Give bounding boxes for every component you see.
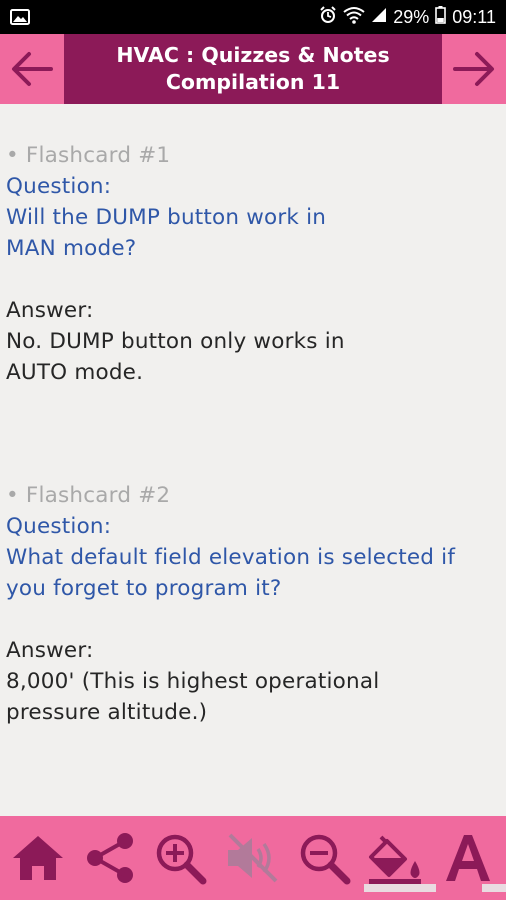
clock: 09:11: [452, 6, 496, 27]
flashcard-label: • Flashcard #1: [6, 143, 171, 168]
title-line-1: HVAC : Quizzes & Notes: [116, 43, 390, 67]
font-icon: [446, 835, 490, 881]
zoom-out-button[interactable]: [294, 830, 354, 886]
flashcard-content: • Flashcard #1 Question: Will the DUMP b…: [0, 104, 506, 816]
title-line-2: Compilation 11: [165, 70, 341, 94]
battery-percent: 29%: [393, 6, 430, 27]
answer-text-line: 8,000' (This is highest operational: [6, 669, 380, 694]
flashcard: • Flashcard #1 Question: Will the DUMP b…: [6, 140, 506, 388]
forward-button[interactable]: [442, 34, 506, 104]
signal-icon: [371, 7, 387, 28]
wifi-icon: [343, 6, 365, 29]
scroll-indicator: [364, 884, 436, 892]
gallery-icon: [10, 9, 30, 30]
zoom-in-icon: [156, 834, 207, 885]
question-label: Question:: [6, 514, 112, 539]
answer-text-line: pressure altitude.): [6, 700, 208, 725]
arrow-right-icon: [453, 52, 494, 86]
answer-label: Answer:: [6, 298, 94, 323]
status-bar: 29% 09:11: [0, 0, 506, 34]
home-button[interactable]: [8, 830, 68, 886]
share-icon: [87, 833, 133, 883]
back-button[interactable]: [0, 34, 64, 104]
app-header: HVAC : Quizzes & Notes Compilation 11: [0, 34, 506, 104]
alarm-icon: [319, 5, 337, 29]
flashcard: • Flashcard #2 Question: What default fi…: [6, 480, 506, 728]
bottom-toolbar: [0, 816, 506, 900]
answer-text-line: AUTO mode.: [6, 360, 144, 385]
question-text-line: MAN mode?: [6, 236, 137, 261]
answer-label: Answer:: [6, 638, 94, 663]
question-text-line: Will the DUMP button work in: [6, 205, 327, 230]
page-title: HVAC : Quizzes & Notes Compilation 11: [64, 34, 442, 104]
share-button[interactable]: [80, 830, 140, 886]
zoom-out-icon: [300, 834, 351, 885]
sound-off-icon: [228, 833, 278, 883]
scroll-indicator: [482, 884, 506, 892]
arrow-left-icon: [12, 52, 53, 86]
question-text-line: you forget to program it?: [6, 576, 282, 601]
battery-icon: [435, 5, 447, 29]
mute-button[interactable]: [222, 830, 282, 886]
theme-color-button[interactable]: [366, 830, 426, 886]
flashcard-label: • Flashcard #2: [6, 483, 171, 508]
paint-bucket-icon: [369, 835, 421, 884]
answer-text-line: No. DUMP button only works in: [6, 329, 345, 354]
font-size-button[interactable]: [438, 830, 498, 886]
question-text-line: What default field elevation is selected…: [6, 545, 456, 570]
zoom-in-button[interactable]: [150, 830, 210, 886]
question-label: Question:: [6, 174, 112, 199]
home-icon: [13, 836, 63, 880]
